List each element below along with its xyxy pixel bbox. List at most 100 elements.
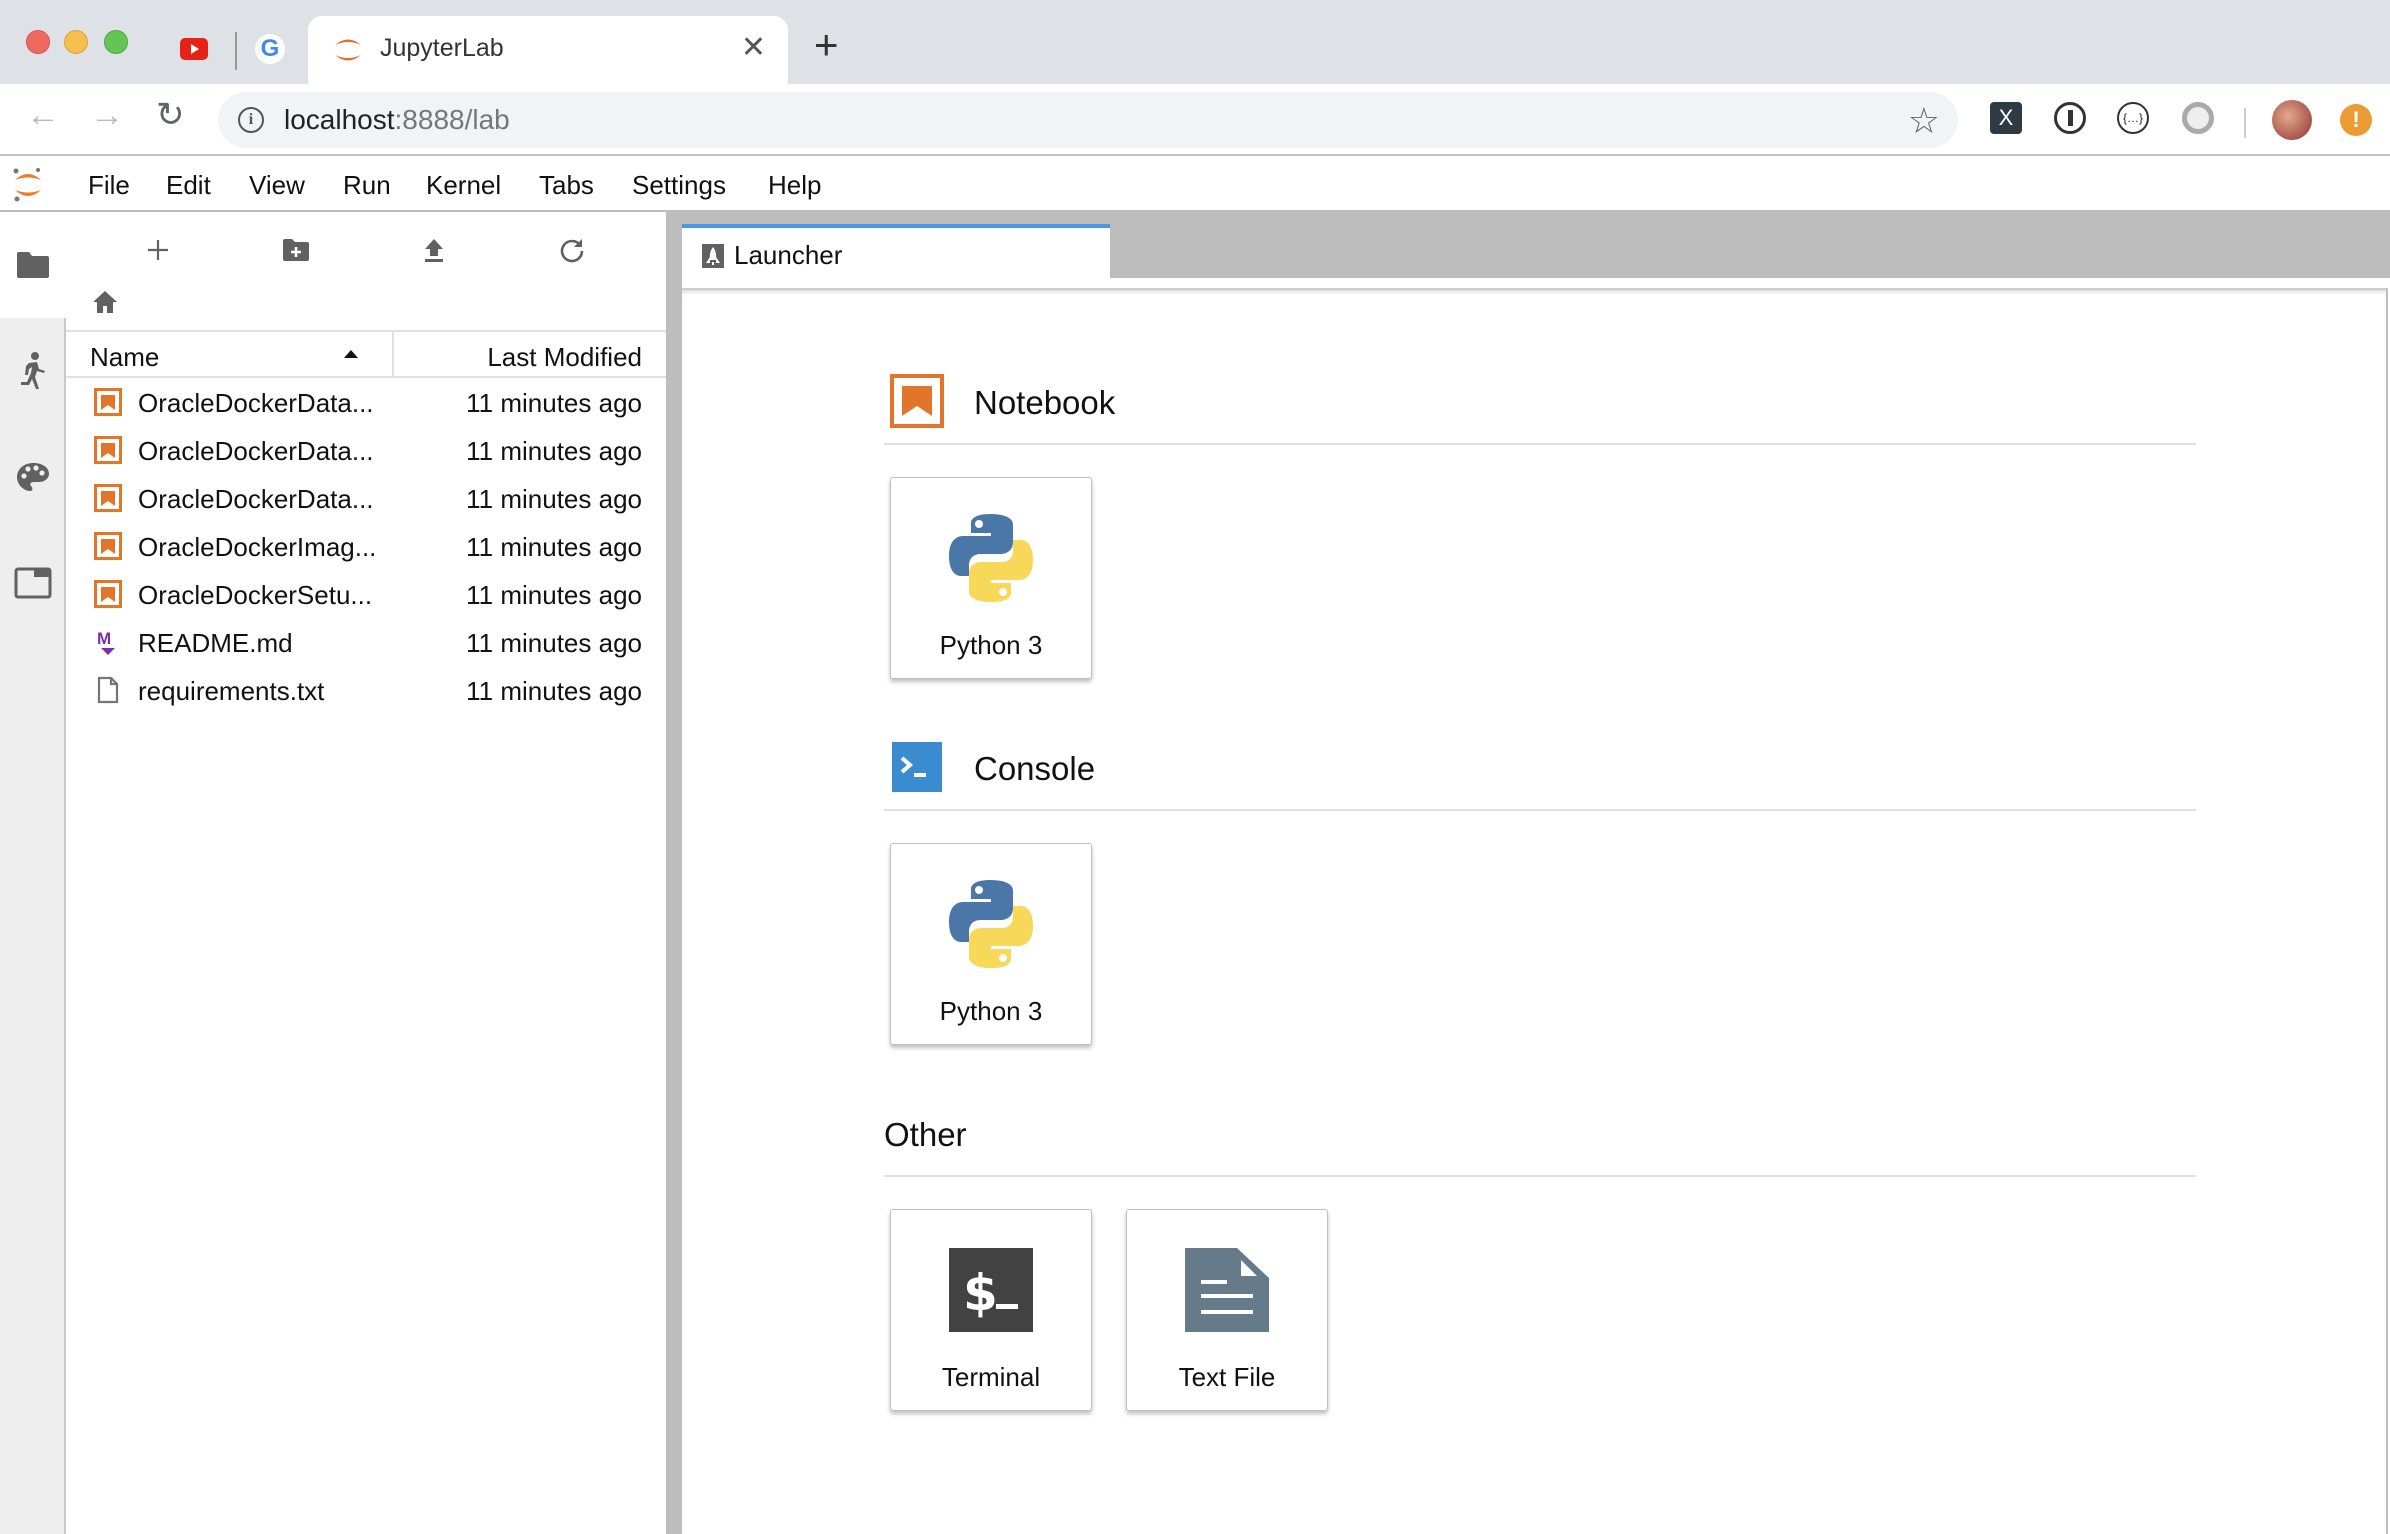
menu-help[interactable]: Help	[768, 170, 821, 201]
onepassword-icon[interactable]	[2054, 102, 2086, 134]
maximize-window-button[interactable]	[104, 30, 128, 54]
card-label: Python 3	[939, 630, 1043, 660]
breadcrumb-home[interactable]	[92, 290, 118, 319]
card-label: Text File	[1178, 1362, 1276, 1392]
launcher-card-console-python3[interactable]: Python 3	[890, 843, 1092, 1045]
browser-tab-strip: G JupyterLab ✕ +	[0, 0, 2390, 84]
file-list-item[interactable]: OracleDockerData... 11 minutes ago	[66, 378, 666, 426]
bookmark-star-icon[interactable]: ☆	[1908, 100, 1940, 142]
back-arrow-icon[interactable]: ←	[26, 98, 60, 132]
file-name: OracleDockerData...	[138, 436, 374, 466]
column-divider[interactable]	[392, 332, 394, 378]
ring-extension-icon[interactable]	[2182, 102, 2214, 134]
new-tab-button[interactable]: +	[814, 24, 839, 66]
file-list-item[interactable]: M README.md 11 minutes ago	[66, 618, 666, 666]
main-tab-bar: Launcher	[682, 212, 2390, 290]
section-divider	[884, 443, 2196, 445]
menu-tabs[interactable]: Tabs	[539, 170, 594, 201]
file-list-header: Name Last Modified	[66, 330, 666, 378]
sidebar-tab-running[interactable]	[0, 318, 66, 424]
url-text[interactable]: localhost:8888/lab	[284, 104, 510, 136]
folder-icon	[17, 252, 49, 278]
minimize-window-button[interactable]	[64, 30, 88, 54]
reload-icon[interactable]: ↻	[156, 98, 185, 132]
main-dock-area: Launcher Notebook Python 3 Console Pytho…	[682, 212, 2390, 1534]
menu-file[interactable]: File	[88, 170, 130, 201]
file-modified: 11 minutes ago	[466, 484, 642, 514]
text-file-icon	[1177, 1240, 1277, 1340]
youtube-pinned-tab-icon[interactable]	[180, 38, 208, 60]
jupyter-logo-icon	[13, 168, 41, 202]
menu-edit[interactable]: Edit	[166, 170, 211, 201]
new-launcher-button[interactable]	[138, 230, 178, 270]
x-extension-icon[interactable]: X	[1990, 102, 2022, 134]
notebook-file-icon	[94, 484, 122, 512]
close-tab-icon[interactable]: ✕	[741, 30, 766, 65]
section-divider	[884, 809, 2196, 811]
text-file-icon	[97, 676, 119, 704]
google-pinned-tab-icon[interactable]: G	[255, 34, 285, 64]
menu-settings[interactable]: Settings	[632, 170, 726, 201]
close-window-button[interactable]	[26, 30, 50, 54]
browser-tab-jupyterlab[interactable]: JupyterLab ✕	[308, 16, 788, 84]
json-viewer-icon[interactable]: {…}	[2117, 102, 2149, 134]
browser-toolbar: ← → ↻ i localhost:8888/lab ☆ X {…} !	[0, 84, 2390, 156]
toolbar-divider	[2244, 108, 2246, 138]
menu-view[interactable]: View	[249, 170, 305, 201]
menu-kernel[interactable]: Kernel	[426, 170, 501, 201]
new-folder-button[interactable]	[276, 230, 316, 270]
launcher-card-terminal[interactable]: $ Terminal	[890, 1209, 1092, 1411]
sort-ascending-icon[interactable]	[344, 350, 358, 358]
panel-splitter[interactable]	[666, 212, 682, 1534]
file-name: README.md	[138, 628, 293, 658]
notebook-file-icon	[94, 436, 122, 464]
file-name: OracleDockerSetu...	[138, 580, 373, 610]
file-list-item[interactable]: requirements.txt 11 minutes ago	[66, 666, 666, 714]
launcher-card-notebook-python3[interactable]: Python 3	[890, 477, 1092, 679]
console-section-title: Console	[974, 750, 1096, 787]
sidebar-tab-open-tabs[interactable]	[0, 530, 66, 636]
notebook-file-icon	[94, 580, 122, 608]
card-label: Terminal	[941, 1362, 1041, 1392]
new-folder-icon	[283, 239, 309, 261]
terminal-icon: $	[941, 1240, 1041, 1340]
file-modified: 11 minutes ago	[466, 580, 642, 610]
file-list-item[interactable]: OracleDockerData... 11 minutes ago	[66, 426, 666, 474]
tab-launcher[interactable]: Launcher	[682, 224, 1110, 290]
svg-text:$: $	[963, 1264, 998, 1322]
upload-button[interactable]	[414, 230, 454, 270]
forward-arrow-icon[interactable]: →	[90, 98, 124, 132]
notebook-file-icon	[94, 532, 122, 560]
svg-text:M: M	[97, 629, 111, 648]
file-name: OracleDockerData...	[138, 388, 374, 418]
address-bar[interactable]: i localhost:8888/lab ☆	[218, 92, 1958, 148]
running-person-icon	[21, 352, 45, 389]
sidebar-tab-commands[interactable]	[0, 424, 66, 530]
sidebar-tab-file-browser[interactable]	[0, 212, 66, 318]
file-modified: 11 minutes ago	[466, 676, 642, 706]
launcher-panel: Notebook Python 3 Console Python 3 Other…	[682, 288, 2388, 1534]
notebook-icon	[890, 374, 944, 428]
left-sidebar	[0, 212, 66, 1534]
site-info-icon[interactable]: i	[238, 107, 264, 133]
card-label: Python 3	[939, 996, 1043, 1026]
file-list-item[interactable]: OracleDockerImag... 11 minutes ago	[66, 522, 666, 570]
file-list-item[interactable]: OracleDockerData... 11 minutes ago	[66, 474, 666, 522]
upload-icon	[425, 239, 443, 262]
section-divider	[884, 1175, 2196, 1177]
file-list-item[interactable]: OracleDockerSetu... 11 minutes ago	[66, 570, 666, 618]
tabs-icon	[14, 567, 52, 599]
modified-column-header[interactable]: Last Modified	[487, 342, 642, 373]
refresh-button[interactable]	[552, 230, 592, 270]
launcher-card-text-file[interactable]: Text File	[1126, 1209, 1328, 1411]
name-column-header[interactable]: Name	[90, 342, 159, 373]
refresh-icon	[560, 239, 584, 263]
file-name: OracleDockerData...	[138, 484, 374, 514]
profile-avatar[interactable]	[2272, 100, 2312, 140]
menu-run[interactable]: Run	[343, 170, 391, 201]
markdown-file-icon: M	[97, 629, 115, 655]
file-name: OracleDockerImag...	[138, 532, 377, 562]
jupyter-favicon-icon	[335, 39, 361, 61]
update-alert-icon[interactable]: !	[2340, 104, 2372, 136]
notebook-section-title: Notebook	[974, 384, 1116, 421]
